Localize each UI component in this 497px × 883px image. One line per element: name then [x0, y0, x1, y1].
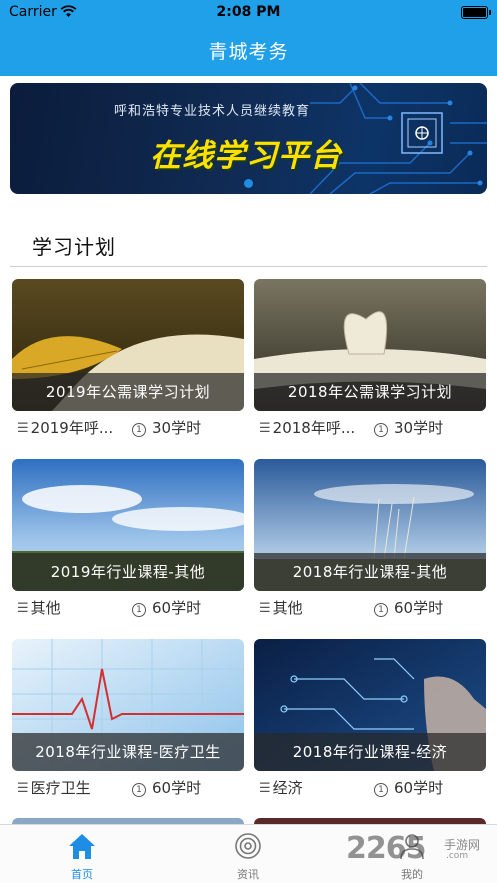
plan-card[interactable]: 2018年行业课程-其他	[254, 459, 486, 591]
plan-card-caption: 2019年公需课学习计划	[12, 373, 244, 411]
plan-category: 经济	[272, 779, 303, 797]
plan-card[interactable]: 2018年公需课学习计划	[254, 279, 486, 411]
clock-icon: 1	[132, 783, 146, 797]
tab-label: 资讯	[237, 868, 259, 881]
clock-icon: 1	[374, 783, 388, 797]
status-bar: Carrier 2:08 PM	[0, 0, 497, 26]
list-icon: ☰	[17, 781, 29, 796]
plan-card-caption: 2018年行业课程-医疗卫生	[12, 733, 244, 771]
home-icon	[69, 834, 95, 859]
section-title: 学习计划	[32, 235, 116, 259]
clock-icon: 1	[374, 603, 388, 617]
plan-card-caption: 2018年行业课程-其他	[254, 553, 486, 591]
plan-hours: 30学时	[394, 419, 444, 437]
clock-icon: 1	[132, 603, 146, 617]
tab-label: 我的	[401, 868, 423, 881]
plan-card[interactable]: 2019年公需课学习计划	[12, 279, 244, 411]
plan-card[interactable]: 2018年行业课程-医疗卫生	[12, 639, 244, 771]
watermark-brand: 2265	[346, 831, 426, 866]
list-icon: ☰	[17, 601, 29, 616]
carousel-indicator[interactable]	[244, 179, 253, 188]
plan-meta: ☰ 2018年呼... 1 30学时	[259, 417, 489, 439]
clock-icon: 1	[374, 423, 388, 437]
status-time: 2:08 PM	[216, 4, 281, 20]
plan-card-caption: 2018年公需课学习计划	[254, 373, 486, 411]
list-icon: ☰	[259, 421, 271, 436]
battery-icon	[461, 6, 491, 19]
plan-hours: 60学时	[152, 779, 202, 797]
plan-card[interactable]: 2018年行业课程-经济	[254, 639, 486, 771]
nav-bar: 青城考务	[0, 26, 497, 76]
plan-hours: 30学时	[152, 419, 202, 437]
plan-meta: ☰ 医疗卫生 1 60学时	[17, 777, 247, 799]
plan-meta: ☰ 2019年呼... 1 30学时	[17, 417, 247, 439]
plan-meta: ☰ 经济 1 60学时	[259, 777, 489, 799]
plan-category: 其他	[30, 599, 61, 617]
banner-subtitle: 呼和浩特专业技术人员继续教育	[114, 104, 311, 119]
list-icon: ☰	[17, 421, 29, 436]
tab-news[interactable]: 资讯	[188, 825, 308, 883]
list-icon: ☰	[259, 601, 271, 616]
plan-category: 2019年呼...	[30, 419, 114, 437]
plan-category: 其他	[272, 599, 303, 617]
clock-icon: 1	[132, 423, 146, 437]
plan-card-caption: 2018年行业课程-经济	[254, 733, 486, 771]
plan-meta: ☰ 其他 1 60学时	[259, 597, 489, 619]
banner-headline: 在线学习平台	[150, 138, 342, 174]
news-icon	[235, 833, 261, 859]
promo-banner[interactable]: 呼和浩特专业技术人员继续教育 在线学习平台	[10, 83, 487, 194]
plan-category: 2018年呼...	[272, 419, 356, 437]
plan-card[interactable]: 2019年行业课程-其他	[12, 459, 244, 591]
plan-hours: 60学时	[152, 599, 202, 617]
plan-card-caption: 2019年行业课程-其他	[12, 553, 244, 591]
tab-label: 首页	[71, 868, 93, 881]
page-title: 青城考务	[208, 41, 289, 63]
watermark-url: .com	[446, 851, 469, 861]
plan-hours: 60学时	[394, 599, 444, 617]
tab-home[interactable]: 首页	[22, 825, 142, 883]
section-divider	[10, 266, 487, 267]
plan-category: 医疗卫生	[30, 779, 91, 797]
plan-meta: ☰ 其他 1 60学时	[17, 597, 247, 619]
plan-hours: 60学时	[394, 779, 444, 797]
list-icon: ☰	[259, 781, 271, 796]
